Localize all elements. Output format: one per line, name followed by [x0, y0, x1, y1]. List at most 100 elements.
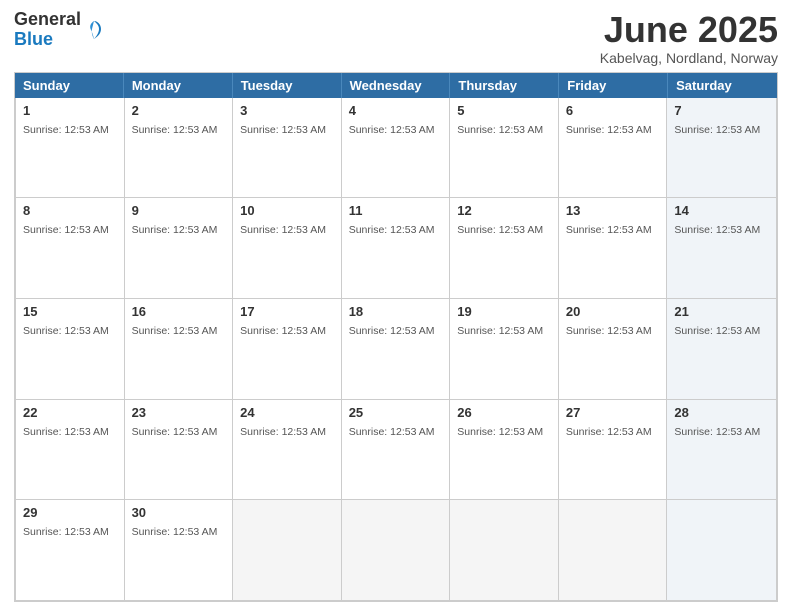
day-header-saturday: Saturday	[668, 73, 777, 98]
calendar-cell-5-6	[559, 500, 668, 600]
sunrise-text: Sunrise: 12:53 AM	[23, 224, 109, 236]
calendar-row-3: 15Sunrise: 12:53 AM 16 Sunrise: 12:53 AM 17…	[16, 299, 776, 400]
sunrise-text: Sunrise: 12:53 AM	[132, 124, 218, 136]
calendar-cell-3-4: 18 Sunrise: 12:53 AM	[342, 299, 451, 399]
day-header-thursday: Thursday	[450, 73, 559, 98]
day-number: 27	[566, 405, 660, 420]
sunrise-text: Sunrise: 12:53 AM	[457, 224, 543, 236]
calendar-cell-1-6: 6 Sunrise: 12:53 AM	[559, 98, 668, 198]
sunrise-text: Sunrise: 12:53 AM	[132, 426, 218, 438]
day-number: 23	[132, 405, 226, 420]
day-number: 16	[132, 304, 226, 319]
calendar-cell-4-5: 26Sunrise: 12:53 AM	[450, 400, 559, 500]
logo: General Blue	[14, 10, 105, 50]
calendar-cell-2-4: 11 Sunrise: 12:53 AM	[342, 198, 451, 298]
day-number: 18	[349, 304, 443, 319]
sunrise-text: Sunrise: 12:53 AM	[566, 325, 652, 337]
sunrise-text: Sunrise: 12:53 AM	[23, 426, 109, 438]
day-number: 10	[240, 203, 334, 218]
calendar-cell-1-7: 7 Sunrise: 12:53 AM	[667, 98, 776, 198]
calendar-row-5: 29Sunrise: 12:53 AM30Sunrise: 12:53 AM	[16, 500, 776, 600]
day-number: 30	[132, 505, 226, 520]
calendar-cell-4-7: 28 Sunrise: 12:53 AM	[667, 400, 776, 500]
day-number: 12	[457, 203, 551, 218]
title-area: June 2025 Kabelvag, Nordland, Norway	[600, 10, 778, 66]
day-number: 8	[23, 203, 117, 218]
day-header-wednesday: Wednesday	[342, 73, 451, 98]
header: General Blue June 2025 Kabelvag, Nordlan…	[14, 10, 778, 66]
calendar-body: 1Sunrise: 12:53 AM2Sunrise: 12:53 AM3Sun…	[15, 98, 777, 601]
sunrise-text: Sunrise: 12:53 AM	[674, 124, 760, 136]
sunrise-text: Sunrise: 12:53 AM	[240, 124, 326, 136]
title-location: Kabelvag, Nordland, Norway	[600, 50, 778, 66]
day-number: 9	[132, 203, 226, 218]
day-header-monday: Monday	[124, 73, 233, 98]
day-header-friday: Friday	[559, 73, 668, 98]
sunrise-text: Sunrise: 12:53 AM	[349, 124, 435, 136]
calendar-cell-1-5: 5 Sunrise: 12:53 AM	[450, 98, 559, 198]
logo-general: General Blue	[14, 10, 81, 50]
calendar-cell-3-1: 15Sunrise: 12:53 AM	[16, 299, 125, 399]
calendar-row-2: 8 Sunrise: 12:53 AM 9 Sunrise: 12:53 AM 10 Su…	[16, 198, 776, 299]
day-number: 28	[674, 405, 769, 420]
calendar-cell-5-3	[233, 500, 342, 600]
calendar-header-row: Sunday Monday Tuesday Wednesday Thursday…	[15, 73, 777, 98]
sunrise-text: Sunrise: 12:53 AM	[457, 325, 543, 337]
sunrise-text: Sunrise: 12:53 AM	[349, 224, 435, 236]
day-number: 14	[674, 203, 769, 218]
day-number: 20	[566, 304, 660, 319]
calendar-cell-2-1: 8 Sunrise: 12:53 AM	[16, 198, 125, 298]
sunrise-text: Sunrise: 12:53 AM	[674, 325, 760, 337]
calendar-cell-2-5: 12 Sunrise: 12:53 AM	[450, 198, 559, 298]
calendar-cell-1-2: 2 Sunrise: 12:53 AM	[125, 98, 234, 198]
day-number: 19	[457, 304, 551, 319]
calendar-cell-2-3: 10 Sunrise: 12:53 AM	[233, 198, 342, 298]
sunrise-text: Sunrise: 12:53 AM	[566, 426, 652, 438]
sunrise-text: Sunrise: 12:53 AM	[132, 224, 218, 236]
sunrise-text: Sunrise: 12:53 AM	[457, 426, 543, 438]
calendar-cell-5-2: 30 Sunrise: 12:53 AM	[125, 500, 234, 600]
calendar-cell-1-3: 3Sunrise: 12:53 AM	[233, 98, 342, 198]
sunrise-text: Sunrise: 12:53 AM	[566, 224, 652, 236]
calendar-cell-2-2: 9 Sunrise: 12:53 AM	[125, 198, 234, 298]
day-number: 7	[674, 103, 769, 118]
calendar-cell-1-4: 4 Sunrise: 12:53 AM	[342, 98, 451, 198]
day-number: 25	[349, 405, 443, 420]
calendar-cell-3-3: 17Sunrise: 12:53 AM	[233, 299, 342, 399]
sunrise-text: Sunrise: 12:53 AM	[457, 124, 543, 136]
day-number: 21	[674, 304, 769, 319]
day-number: 5	[457, 103, 551, 118]
day-header-sunday: Sunday	[15, 73, 124, 98]
day-number: 4	[349, 103, 443, 118]
calendar-cell-4-6: 27 Sunrise: 12:53 AM	[559, 400, 668, 500]
calendar-cell-1-1: 1Sunrise: 12:53 AM	[16, 98, 125, 198]
calendar-cell-2-7: 14 Sunrise: 12:53 AM	[667, 198, 776, 298]
sunrise-text: Sunrise: 12:53 AM	[240, 224, 326, 236]
sunrise-text: Sunrise: 12:53 AM	[132, 526, 218, 538]
day-number: 2	[132, 103, 226, 118]
calendar-cell-3-6: 20 Sunrise: 12:53 AM	[559, 299, 668, 399]
calendar-cell-4-1: 22 Sunrise: 12:53 AM	[16, 400, 125, 500]
day-number: 6	[566, 103, 660, 118]
calendar-row-4: 22 Sunrise: 12:53 AM 23 Sunrise: 12:53 AM 24…	[16, 400, 776, 501]
sunrise-text: Sunrise: 12:53 AM	[674, 426, 760, 438]
sunrise-text: Sunrise: 12:53 AM	[349, 325, 435, 337]
day-number: 17	[240, 304, 334, 319]
sunrise-text: Sunrise: 12:53 AM	[23, 325, 109, 337]
day-number: 11	[349, 203, 443, 218]
day-number: 22	[23, 405, 117, 420]
title-month: June 2025	[600, 10, 778, 50]
calendar-cell-4-2: 23 Sunrise: 12:53 AM	[125, 400, 234, 500]
page: General Blue June 2025 Kabelvag, Nordlan…	[0, 0, 792, 612]
sunrise-text: Sunrise: 12:53 AM	[566, 124, 652, 136]
day-number: 1	[23, 103, 117, 118]
sunrise-text: Sunrise: 12:53 AM	[674, 224, 760, 236]
sunrise-text: Sunrise: 12:53 AM	[240, 426, 326, 438]
sunrise-text: Sunrise: 12:53 AM	[23, 526, 109, 538]
day-number: 13	[566, 203, 660, 218]
calendar-cell-3-5: 19 Sunrise: 12:53 AM	[450, 299, 559, 399]
day-number: 24	[240, 405, 334, 420]
calendar-cell-3-2: 16 Sunrise: 12:53 AM	[125, 299, 234, 399]
calendar: Sunday Monday Tuesday Wednesday Thursday…	[14, 72, 778, 602]
sunrise-text: Sunrise: 12:53 AM	[132, 325, 218, 337]
